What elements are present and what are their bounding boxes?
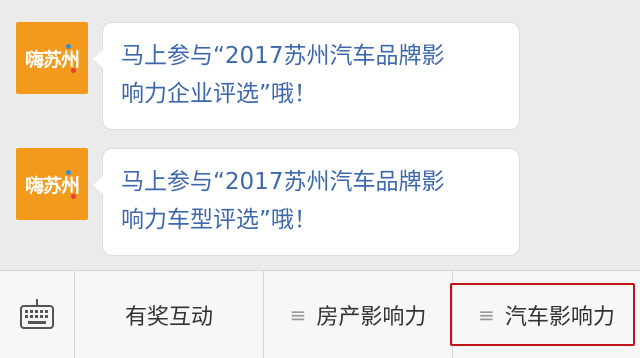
bubble-arrow <box>93 50 103 68</box>
menu-item-prize-interaction[interactable]: 有奖互动 <box>75 271 264 358</box>
menu-item-label: 房产影响力 <box>316 304 427 330</box>
message-text-line: 马上参与“2017苏州汽车品牌影 <box>121 169 445 195</box>
keyboard-icon <box>20 298 54 329</box>
avatar-dot <box>66 44 71 49</box>
message-text-line: 响力车型评选”哦！ <box>121 207 317 233</box>
message-bubble[interactable]: 马上参与“2017苏州汽车品牌影 响力企业评选”哦！ <box>102 22 520 130</box>
chat-area: 嗨苏州 马上参与“2017苏州汽车品牌影 响力企业评选”哦！ 嗨苏州 马上参与“… <box>0 0 640 270</box>
highlight-box <box>450 283 635 346</box>
avatar-dot <box>66 170 71 175</box>
menu-lines-icon: ≡ <box>289 302 307 327</box>
menu-item-label: 有奖互动 <box>124 304 213 330</box>
chat-message: 嗨苏州 马上参与“2017苏州汽车品牌影 响力企业评选”哦！ <box>16 22 520 130</box>
avatar[interactable]: 嗨苏州 <box>16 22 88 94</box>
bubble-arrow <box>93 176 103 194</box>
message-bubble[interactable]: 马上参与“2017苏州汽车品牌影 响力车型评选”哦！ <box>102 148 520 256</box>
avatar[interactable]: 嗨苏州 <box>16 148 88 220</box>
avatar-logo-text: 嗨苏州 <box>24 48 80 71</box>
keyboard-toggle-button[interactable] <box>0 271 75 358</box>
avatar-dot <box>71 194 76 199</box>
avatar-logo-text: 嗨苏州 <box>24 174 80 197</box>
avatar-dot <box>71 68 76 73</box>
chat-message: 嗨苏州 马上参与“2017苏州汽车品牌影 响力车型评选”哦！ <box>16 148 520 256</box>
message-text-line: 响力企业评选”哦！ <box>121 81 317 107</box>
menu-item-real-estate[interactable]: ≡ 房产影响力 <box>264 271 453 358</box>
message-text-line: 马上参与“2017苏州汽车品牌影 <box>121 43 445 69</box>
